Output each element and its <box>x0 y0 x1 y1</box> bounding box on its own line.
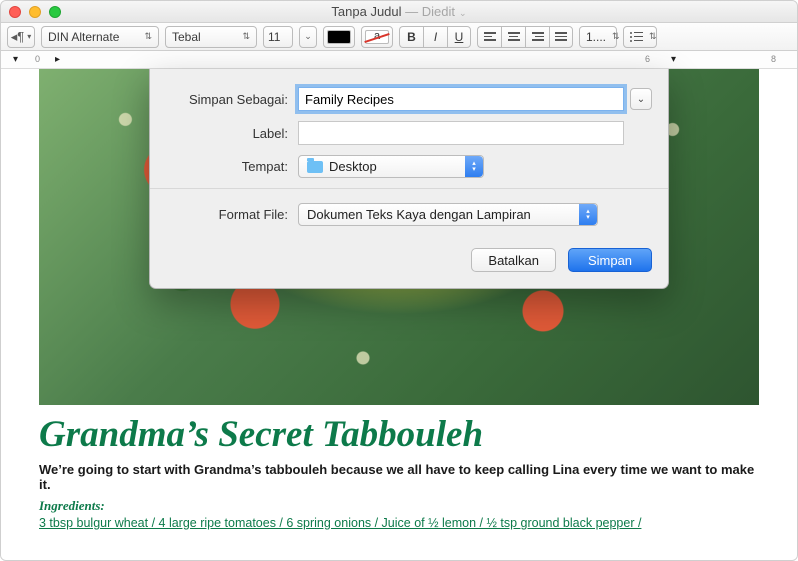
window-title-status: — Diedit <box>402 4 455 19</box>
font-size-field[interactable]: 11 <box>263 26 293 48</box>
save-button[interactable]: Simpan <box>568 248 652 272</box>
where-popup[interactable]: Desktop <box>298 155 484 178</box>
font-weight-value: Tebal <box>172 30 201 44</box>
highlight-none-icon <box>365 30 389 44</box>
text-color-swatch-icon <box>327 30 351 44</box>
pilcrow-icon: ◂¶ <box>11 29 25 45</box>
tags-label: Label: <box>166 126 298 141</box>
underline-button[interactable]: U <box>447 26 471 48</box>
italic-icon: I <box>434 30 437 44</box>
italic-button[interactable]: I <box>423 26 447 48</box>
save-as-label: Simpan Sebagai: <box>166 92 298 107</box>
ingredients-heading[interactable]: Ingredients: <box>39 498 759 514</box>
font-weight-select[interactable]: Tebal ⇅ <box>165 26 257 48</box>
app-window: Tanpa Judul — Diedit⌄ ◂¶▾ DIN Alternate … <box>0 0 798 561</box>
align-right-icon <box>532 32 544 41</box>
highlight-color-button[interactable] <box>361 26 393 48</box>
expand-dialog-button[interactable]: ⌄ <box>630 88 652 110</box>
chevron-down-icon: ⌄ <box>637 94 645 105</box>
text-color-button[interactable] <box>323 26 355 48</box>
window-title-text: Tanpa Judul <box>331 4 401 19</box>
save-button-label: Simpan <box>588 253 632 268</box>
tags-input[interactable] <box>298 121 624 145</box>
cancel-button[interactable]: Batalkan <box>471 248 556 272</box>
where-value: Desktop <box>329 159 377 174</box>
font-family-select[interactable]: DIN Alternate ⇅ <box>41 26 159 48</box>
dialog-footer: Batalkan Simpan <box>150 240 668 288</box>
popup-arrows-icon <box>465 156 483 177</box>
file-format-popup[interactable]: Dokumen Teks Kaya dengan Lampiran <box>298 203 598 226</box>
chevron-updown-icon: ⇅ <box>649 31 657 42</box>
popup-arrows-icon <box>579 204 597 225</box>
window-title: Tanpa Judul — Diedit ⌄ <box>1 4 797 19</box>
align-right-button[interactable] <box>525 26 549 48</box>
save-dialog: Simpan Sebagai: ⌄ Label: Tempat: Desktop <box>149 69 669 289</box>
align-justify-button[interactable] <box>549 26 573 48</box>
chevron-updown-icon: ⇅ <box>612 31 620 42</box>
titlebar: Tanpa Judul — Diedit ⌄ <box>1 1 797 23</box>
line-spacing-value: 1.... <box>586 30 606 44</box>
ingredients-line[interactable]: 3 tbsp bulgur wheat / 4 large ripe tomat… <box>39 516 759 530</box>
align-left-icon <box>484 32 496 41</box>
font-size-value: 11 <box>268 30 280 44</box>
paragraph-style-button[interactable]: ◂¶▾ <box>7 26 35 48</box>
where-label: Tempat: <box>166 159 298 174</box>
ruler[interactable]: ▾ 0 ▸ 6 ▾ 8 <box>1 51 797 69</box>
recipe-title[interactable]: Grandma’s Secret Tabbouleh <box>39 413 759 456</box>
font-family-value: DIN Alternate <box>48 30 119 44</box>
ruler-tick-6: 6 <box>645 54 650 64</box>
ruler-tick-8: 8 <box>771 54 776 64</box>
line-spacing-select[interactable]: 1.... ⇅ <box>579 26 617 48</box>
align-center-button[interactable] <box>501 26 525 48</box>
file-format-value: Dokumen Teks Kaya dengan Lampiran <box>307 207 531 222</box>
bold-icon: B <box>407 30 416 44</box>
save-as-input[interactable] <box>298 87 624 111</box>
align-center-icon <box>508 32 520 41</box>
bullet-list-icon <box>630 32 643 42</box>
folder-icon <box>307 161 323 173</box>
text-style-group: B I U <box>399 26 471 48</box>
title-dropdown-chevron-icon[interactable]: ⌄ <box>459 8 467 19</box>
ruler-left-indent-icon[interactable]: ▾ <box>13 54 18 65</box>
chevron-updown-icon: ⇅ <box>144 31 152 42</box>
chevron-down-icon: ▾ <box>27 32 31 41</box>
bold-button[interactable]: B <box>399 26 423 48</box>
format-toolbar: ◂¶▾ DIN Alternate ⇅ Tebal ⇅ 11 ⌄ B I U <box>1 23 797 51</box>
zoom-window-button[interactable] <box>49 6 61 18</box>
list-style-select[interactable]: ⇅ <box>623 26 657 48</box>
underline-icon: U <box>455 30 464 44</box>
align-left-button[interactable] <box>477 26 501 48</box>
format-label: Format File: <box>166 207 298 222</box>
alignment-group <box>477 26 573 48</box>
chevron-updown-icon: ⇅ <box>242 31 250 42</box>
ruler-right-indent-icon[interactable]: ▾ <box>671 54 676 65</box>
window-controls <box>9 6 61 18</box>
align-justify-icon <box>555 32 567 41</box>
minimize-window-button[interactable] <box>29 6 41 18</box>
font-size-stepper[interactable]: ⌄ <box>299 26 317 48</box>
cancel-button-label: Batalkan <box>488 253 539 268</box>
recipe-intro[interactable]: We’re going to start with Grandma’s tabb… <box>39 462 759 492</box>
ruler-first-line-indent-icon[interactable]: ▸ <box>55 54 60 65</box>
dialog-separator <box>150 188 668 189</box>
close-window-button[interactable] <box>9 6 21 18</box>
ruler-tick-0: 0 <box>35 54 40 64</box>
